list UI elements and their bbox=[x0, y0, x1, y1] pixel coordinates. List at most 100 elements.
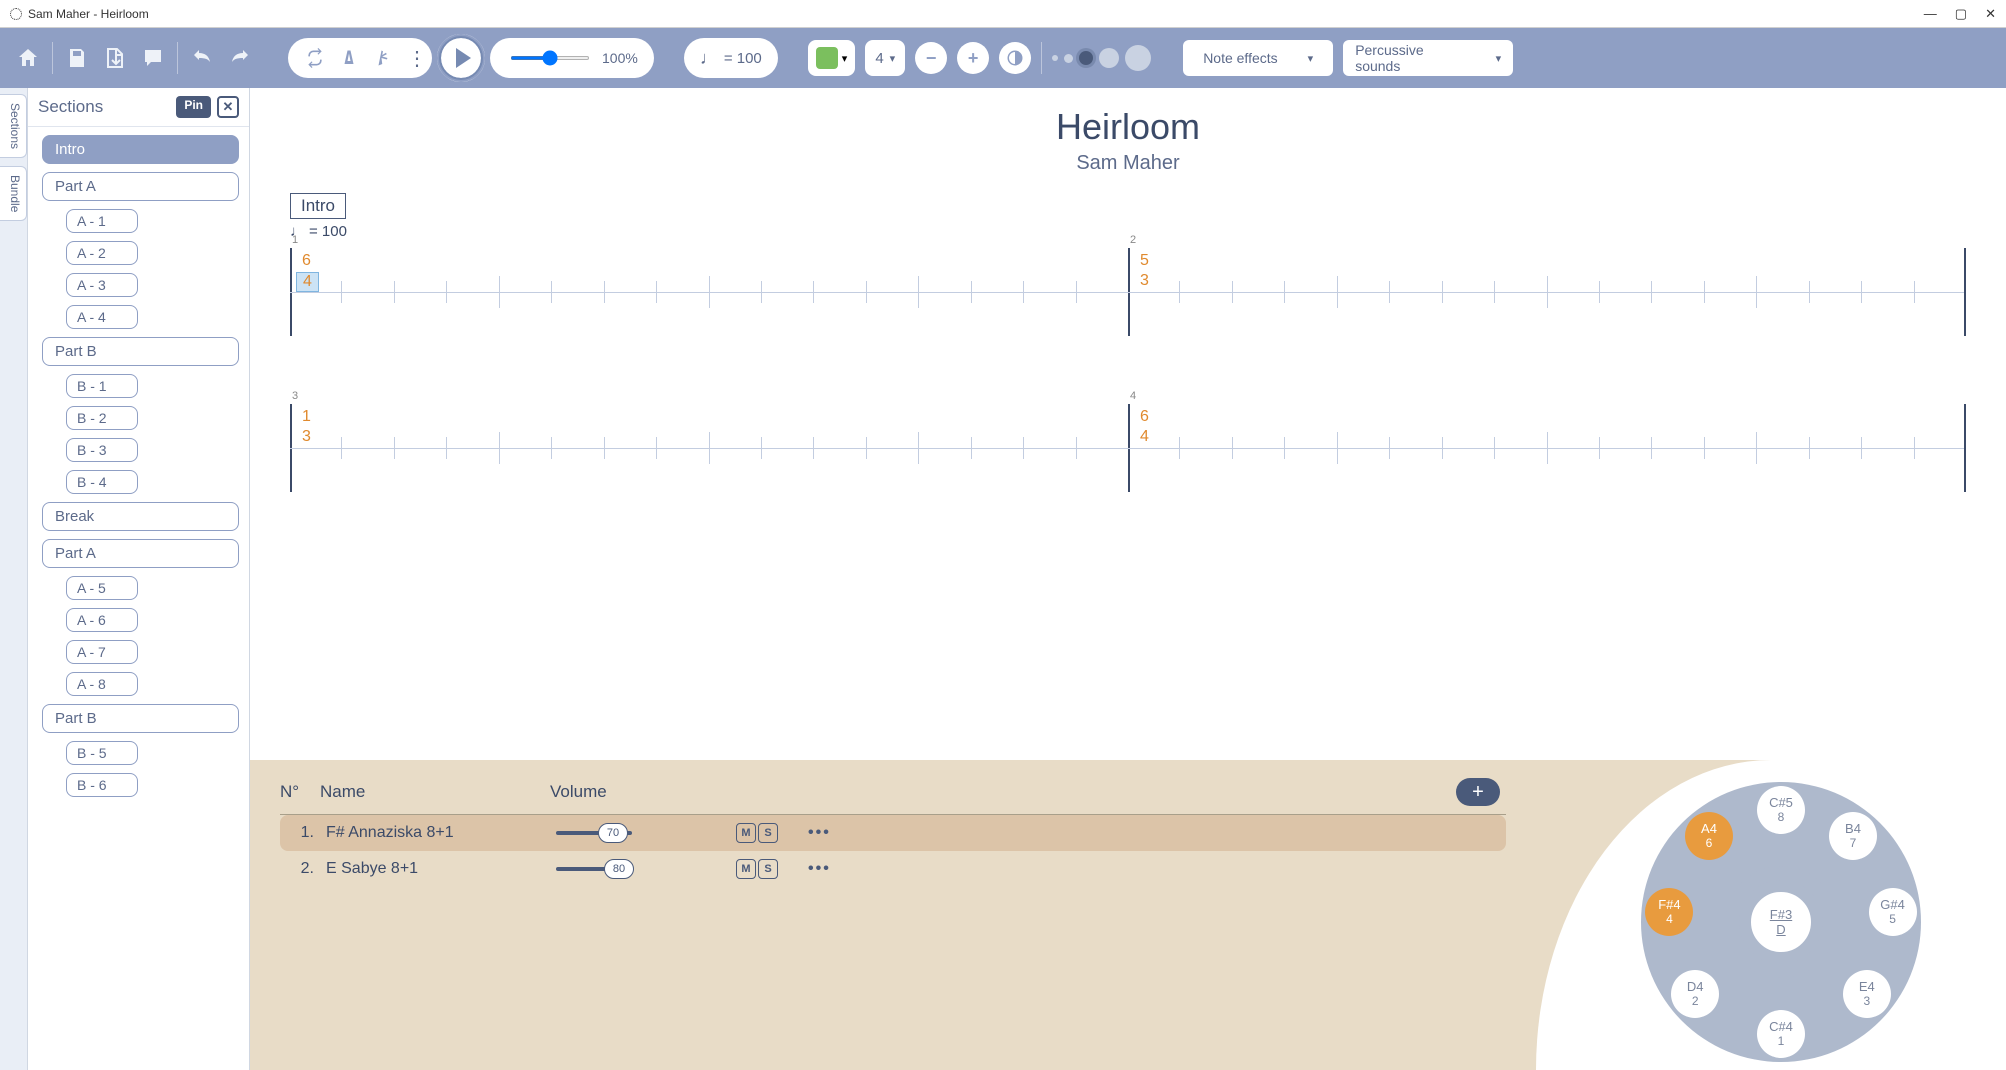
export-button[interactable] bbox=[101, 44, 129, 72]
subsection-item[interactable]: A - 4 bbox=[66, 305, 138, 329]
handpan-tone[interactable]: G#45 bbox=[1869, 888, 1917, 936]
tone-name: B4 bbox=[1845, 822, 1861, 836]
section-item[interactable]: Part B bbox=[42, 704, 239, 733]
mute-button[interactable]: M bbox=[736, 859, 756, 879]
instrument-row[interactable]: 2.E Sabye 8+180MS••• bbox=[280, 851, 1506, 887]
instrument-menu[interactable]: ••• bbox=[808, 860, 831, 878]
subsection-item[interactable]: B - 3 bbox=[66, 438, 138, 462]
beats-selector[interactable]: 4 ▾ bbox=[865, 40, 905, 76]
section-item[interactable]: Part A bbox=[42, 172, 239, 201]
subsection-item[interactable]: A - 6 bbox=[66, 608, 138, 632]
measure[interactable]: 164 bbox=[290, 248, 1128, 336]
speed-value: 100% bbox=[602, 50, 638, 66]
subsection-item[interactable]: B - 2 bbox=[66, 406, 138, 430]
tab-note[interactable]: 6 bbox=[1140, 408, 1149, 426]
subsection-item[interactable]: A - 2 bbox=[66, 241, 138, 265]
close-panel-button[interactable]: ✕ bbox=[217, 96, 239, 118]
percussive-dropdown[interactable]: Percussive sounds ▾ bbox=[1343, 40, 1513, 76]
percussive-label: Percussive sounds bbox=[1355, 42, 1465, 74]
tab-note[interactable]: 4 bbox=[1140, 428, 1149, 446]
tone-name: F#4 bbox=[1658, 898, 1680, 912]
subsection-item[interactable]: B - 4 bbox=[66, 470, 138, 494]
handpan-ding[interactable]: F#3 D bbox=[1739, 880, 1823, 964]
mute-button[interactable]: M bbox=[736, 823, 756, 843]
size-dot-xs[interactable] bbox=[1052, 55, 1058, 61]
subsection-item[interactable]: B - 5 bbox=[66, 741, 138, 765]
handpan[interactable]: F#3 D C#58 B47 G#45 E43 C#41 D42 F#44 A46 bbox=[1641, 782, 1921, 1062]
volume-handle[interactable]: 70 bbox=[598, 823, 628, 843]
tab-note[interactable]: 5 bbox=[1140, 252, 1149, 270]
playback-menu[interactable]: ⋮ bbox=[406, 47, 428, 69]
window-minimize[interactable]: — bbox=[1924, 6, 1937, 22]
section-item[interactable]: Intro bbox=[42, 135, 239, 164]
tab-note[interactable]: 1 bbox=[302, 408, 311, 426]
half-button[interactable] bbox=[999, 42, 1031, 74]
solo-button[interactable]: S bbox=[758, 859, 778, 879]
handpan-tone[interactable]: C#58 bbox=[1757, 786, 1805, 834]
handpan-tone[interactable]: C#41 bbox=[1757, 1010, 1805, 1058]
measure[interactable]: 464 bbox=[1128, 404, 1966, 492]
tab-note[interactable]: 4 bbox=[296, 272, 319, 292]
subsection-item[interactable]: B - 1 bbox=[66, 374, 138, 398]
play-button[interactable] bbox=[434, 31, 488, 85]
tone-number: 8 bbox=[1778, 811, 1785, 824]
subsection-item[interactable]: A - 1 bbox=[66, 209, 138, 233]
subsection-item[interactable]: A - 7 bbox=[66, 640, 138, 664]
volume-slider[interactable]: 70 bbox=[556, 831, 632, 835]
color-picker[interactable]: ▾ bbox=[808, 40, 856, 76]
subsection-item[interactable]: B - 6 bbox=[66, 773, 138, 797]
solo-button[interactable]: S bbox=[758, 823, 778, 843]
ding-note: F#3 bbox=[1770, 907, 1792, 922]
measure[interactable]: 313 bbox=[290, 404, 1128, 492]
instrument-menu[interactable]: ••• bbox=[808, 824, 831, 842]
comment-button[interactable] bbox=[139, 44, 167, 72]
section-item[interactable]: Part B bbox=[42, 337, 239, 366]
tab-bundle[interactable]: Bundle bbox=[0, 166, 27, 221]
metronome-button[interactable] bbox=[338, 47, 360, 69]
sections-list[interactable]: Intro Part A A - 1 A - 2 A - 3 A - 4 Part B B -… bbox=[28, 126, 249, 1070]
pin-button[interactable]: Pin bbox=[176, 96, 211, 118]
section-item[interactable]: Break bbox=[42, 502, 239, 531]
tab-note[interactable]: 3 bbox=[302, 428, 311, 446]
subsection-item[interactable]: A - 8 bbox=[66, 672, 138, 696]
handpan-tone[interactable]: D42 bbox=[1671, 970, 1719, 1018]
save-button[interactable] bbox=[63, 44, 91, 72]
increase-button[interactable]: + bbox=[957, 42, 989, 74]
handpan-tone[interactable]: F#44 bbox=[1645, 888, 1693, 936]
window-close[interactable]: ✕ bbox=[1985, 6, 1996, 22]
instruments-area: N° Name Volume + 1.F# Annaziska 8+170MS•… bbox=[250, 760, 2006, 1070]
handpan-tone[interactable]: E43 bbox=[1843, 970, 1891, 1018]
measure[interactable]: 253 bbox=[1128, 248, 1966, 336]
home-button[interactable] bbox=[14, 44, 42, 72]
handpan-tone[interactable]: A46 bbox=[1685, 812, 1733, 860]
chevron-down-icon: ▾ bbox=[842, 52, 848, 65]
tempo-display[interactable]: ♩ = 100 bbox=[684, 38, 778, 78]
size-dot-m[interactable] bbox=[1079, 51, 1093, 65]
speed-slider[interactable] bbox=[510, 56, 590, 60]
undo-button[interactable] bbox=[188, 44, 216, 72]
volume-slider[interactable]: 80 bbox=[556, 867, 632, 871]
redo-button[interactable] bbox=[226, 44, 254, 72]
volume-handle[interactable]: 80 bbox=[604, 859, 634, 879]
loop-button[interactable] bbox=[304, 47, 326, 69]
tone-number: 1 bbox=[1778, 1035, 1785, 1048]
size-dot-l[interactable] bbox=[1099, 48, 1119, 68]
decrease-button[interactable]: − bbox=[915, 42, 947, 74]
tab-note[interactable]: 3 bbox=[1140, 272, 1149, 290]
size-dot-xl[interactable] bbox=[1125, 45, 1151, 71]
tab-sections[interactable]: Sections bbox=[0, 94, 27, 158]
handpan-tone[interactable]: B47 bbox=[1829, 812, 1877, 860]
window-maximize[interactable]: ▢ bbox=[1955, 6, 1967, 22]
tone-number: 7 bbox=[1850, 837, 1857, 850]
section-item[interactable]: Part A bbox=[42, 539, 239, 568]
note-effects-dropdown[interactable]: Note effects ▾ bbox=[1183, 40, 1333, 76]
subsection-item[interactable]: A - 3 bbox=[66, 273, 138, 297]
note-size-selector[interactable] bbox=[1052, 45, 1151, 71]
subsection-item[interactable]: A - 5 bbox=[66, 576, 138, 600]
size-dot-s[interactable] bbox=[1064, 54, 1073, 63]
add-instrument-button[interactable]: + bbox=[1456, 778, 1500, 806]
chevron-down-icon: ▾ bbox=[1308, 52, 1314, 65]
countoff-button[interactable] bbox=[372, 47, 394, 69]
instrument-row[interactable]: 1.F# Annaziska 8+170MS••• bbox=[280, 815, 1506, 851]
tab-note[interactable]: 6 bbox=[302, 252, 319, 270]
